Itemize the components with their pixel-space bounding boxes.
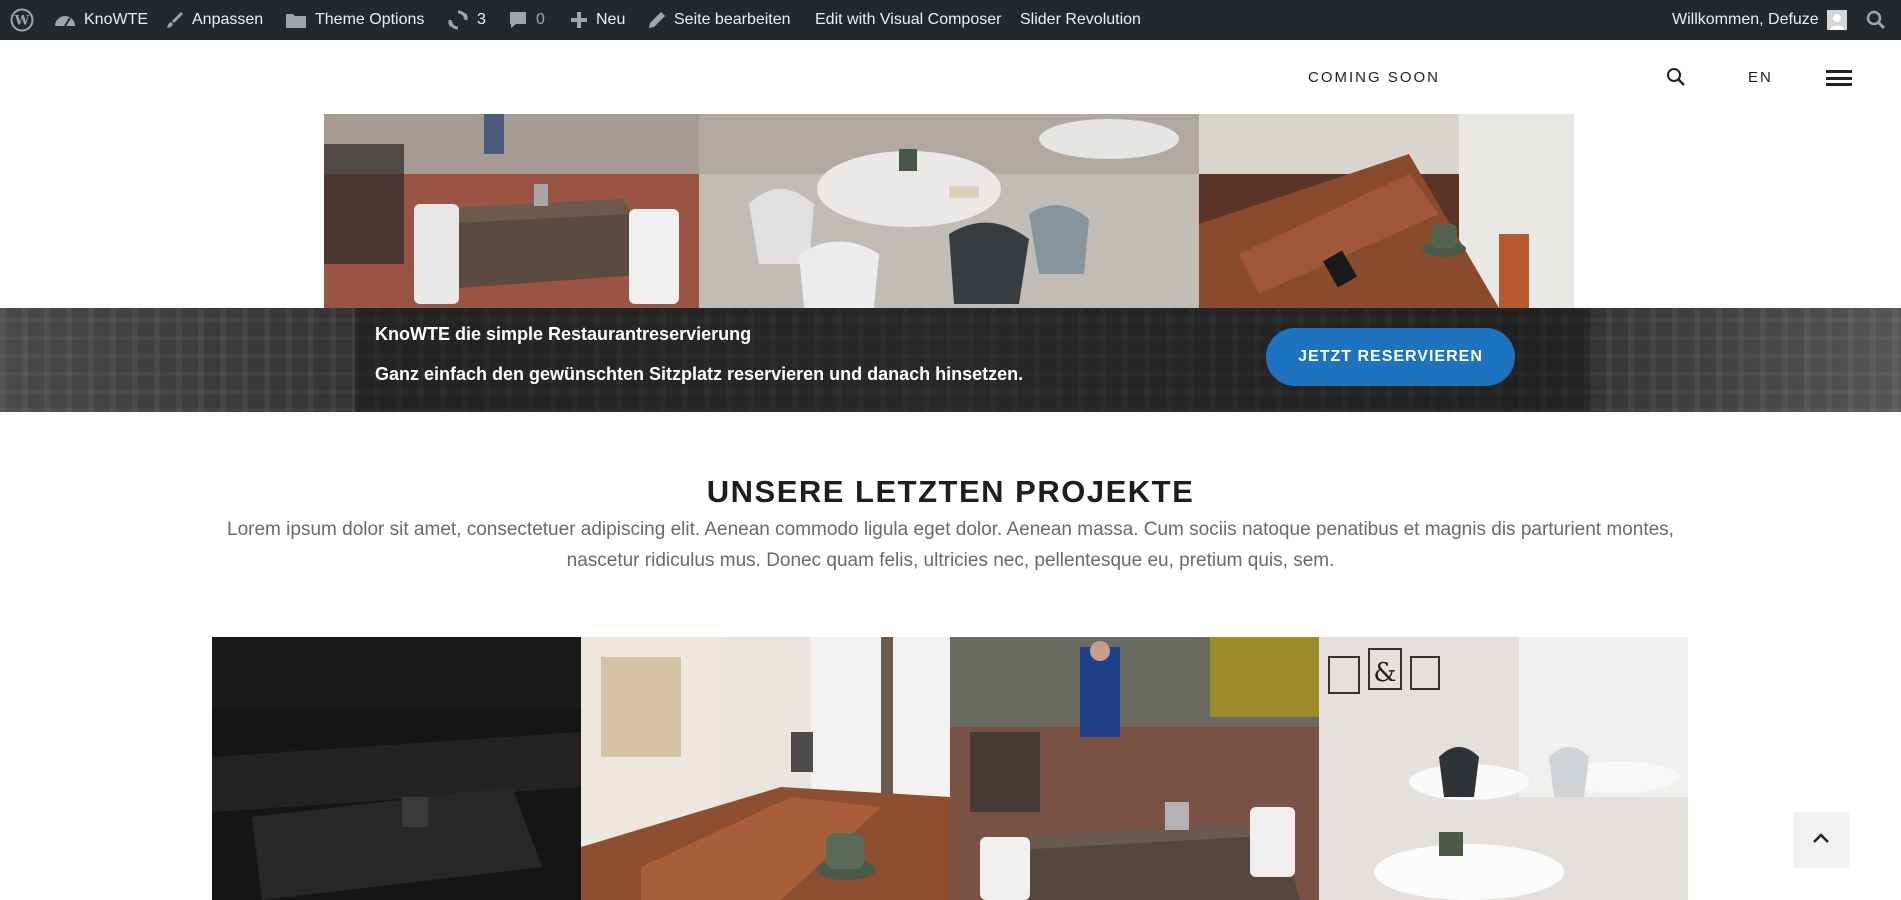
cafe-photo-wood-table <box>1199 114 1574 308</box>
customize-link[interactable]: Anpassen <box>166 0 263 40</box>
comments-count: 0 <box>536 11 545 28</box>
hamburger-menu-icon[interactable] <box>1826 70 1852 86</box>
edit-page-label: Seite bearbeiten <box>674 11 791 28</box>
svg-text:&: & <box>1373 658 1396 688</box>
visual-composer-link[interactable]: Edit with Visual Composer <box>815 0 1001 40</box>
projects-description: Lorem ipsum dolor sit amet, consectetuer… <box>227 519 1674 571</box>
admin-search-icon[interactable] <box>1866 0 1886 40</box>
theme-options-label: Theme Options <box>315 11 425 28</box>
svg-text:W: W <box>14 14 30 29</box>
search-icon[interactable] <box>1666 40 1686 114</box>
edit-page-link[interactable]: Seite bearbeiten <box>648 0 791 40</box>
account-menu[interactable]: Willkommen, Defuze <box>1672 0 1847 40</box>
theme-options-link[interactable]: Theme Options <box>285 0 424 40</box>
avatar <box>1826 10 1847 30</box>
projects-heading: UNSERE LETZTEN PROJEKTE <box>706 474 1195 509</box>
chevron-up-icon <box>1812 831 1830 849</box>
back-to-top-button[interactable] <box>1793 812 1849 868</box>
dashboard-icon <box>54 11 76 29</box>
wordpress-logo-icon[interactable]: W <box>10 0 34 40</box>
nav-item-coming-soon[interactable]: COMING SOON <box>1308 40 1440 114</box>
visual-composer-label: Edit with Visual Composer <box>815 11 1002 28</box>
project-photo-bright-cafe[interactable]: & <box>1319 637 1688 900</box>
project-photo-street-cafe[interactable] <box>950 637 1319 900</box>
customize-label: Anpassen <box>192 11 264 28</box>
folder-icon <box>285 11 307 29</box>
refresh-icon <box>447 9 469 31</box>
site-name-menu[interactable]: KnoWTE <box>54 0 148 40</box>
plus-icon <box>570 11 588 29</box>
language-switcher[interactable]: EN <box>1748 40 1773 114</box>
pencil-icon <box>648 11 666 29</box>
cafe-photo-white-tables <box>699 114 1199 308</box>
comment-bubble-icon <box>508 10 528 30</box>
reservation-banner: KnoWTE die simple Restaurantreservierung… <box>0 308 1901 412</box>
site-name-label: KnoWTE <box>84 11 149 28</box>
new-content-menu[interactable]: Neu <box>570 0 625 40</box>
updates-count: 3 <box>477 11 486 28</box>
cafe-photo-outdoor <box>324 114 699 308</box>
updates-link[interactable]: 3 <box>447 0 486 40</box>
banner-subtitle: Ganz einfach den gewünschten Sitzplatz r… <box>375 364 1024 384</box>
banner-title: KnoWTE die simple Restaurantreservierung <box>375 324 752 344</box>
comments-link[interactable]: 0 <box>508 0 545 40</box>
new-label: Neu <box>596 11 626 28</box>
slider-revolution-link[interactable]: Slider Revolution <box>1020 0 1141 40</box>
reserve-now-button[interactable]: JETZT RESERVIEREN <box>1266 328 1515 386</box>
site-header: COMING SOON EN <box>0 40 1901 114</box>
paintbrush-icon <box>166 11 184 29</box>
project-photo-coffee-table[interactable] <box>581 637 950 900</box>
project-photo-dark-restaurant[interactable] <box>212 637 581 900</box>
slider-revolution-label: Slider Revolution <box>1020 11 1141 28</box>
admin-bar: W KnoWTE Anpassen Theme Options 3 0 Neu … <box>0 0 1901 40</box>
welcome-label: Willkommen, Defuze <box>1672 11 1819 28</box>
